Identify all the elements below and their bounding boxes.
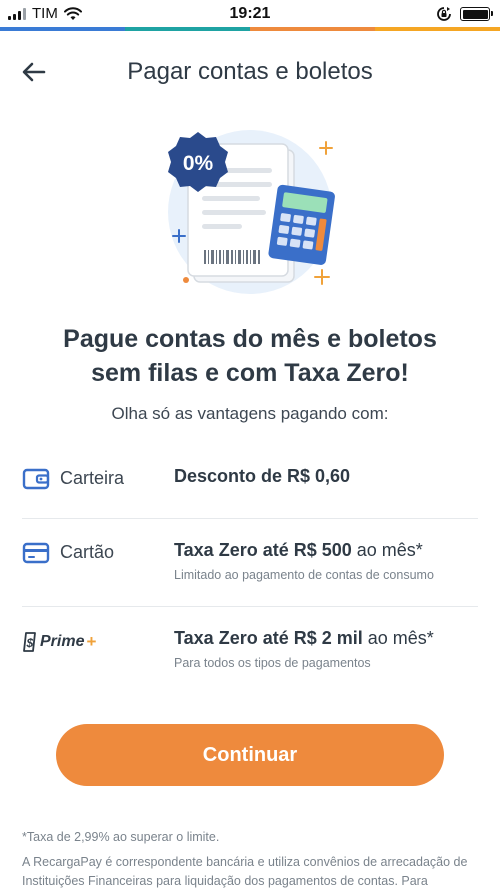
brand-color-strip: [0, 27, 500, 31]
benefit-value: Desconto de R$ 0,60: [174, 466, 351, 486]
prime-dollar-icon: $: [23, 632, 36, 652]
header: Pagar contas e boletos: [0, 50, 500, 94]
fee-footnote: *Taxa de 2,99% ao superar o limite.: [22, 830, 220, 844]
benefit-note: Limitado ao pagamento de contas de consu…: [174, 568, 434, 582]
benefit-note: Para todos os tipos de pagamentos: [174, 656, 371, 670]
headline-line-1: Pague contas do mês e boletos: [63, 325, 437, 353]
benefit-row-prime: $ Prime + Taxa Zero até R$ 2 mil ao mês* …: [22, 628, 478, 676]
benefit-row-carteira: Carteira Desconto de R$ 0,60: [22, 466, 478, 496]
benefit-value: Taxa Zero até R$ 500 ao mês*: [174, 540, 423, 560]
benefit-row-cartao: Cartão Taxa Zero até R$ 500 ao mês* Limi…: [22, 540, 478, 588]
benefit-label: Carteira: [60, 468, 125, 488]
status-time: 19:21: [229, 5, 271, 22]
benefit-label: Cartão: [60, 542, 115, 562]
prime-logo: $ Prime +: [22, 632, 96, 652]
bill-calculator-illustration: 0%: [168, 130, 335, 294]
prime-plus: +: [86, 632, 97, 651]
wallet-icon: [22, 468, 50, 495]
headline: Pague contas do mês e boletos sem filas …: [0, 322, 500, 390]
page-title: Pagar contas e boletos: [127, 58, 373, 85]
legal-disclaimer: A RecargaPay é correspondente bancária e…: [22, 855, 468, 888]
hero-illustration: 0%: [150, 120, 350, 300]
divider: [22, 518, 478, 519]
prime-label: Prime: [40, 633, 85, 650]
subheadline: Olha só as vantagens pagando com:: [111, 404, 389, 423]
rotation-lock-icon: [437, 7, 451, 21]
discount-badge: 0%: [183, 152, 214, 175]
card-icon: [22, 542, 50, 569]
benefit-value: Taxa Zero até R$ 2 mil ao mês*: [174, 628, 434, 648]
svg-text:$: $: [25, 636, 33, 650]
continue-button[interactable]: Continuar: [56, 724, 444, 786]
status-bar: TIM 19:21: [0, 0, 500, 31]
divider: [22, 606, 478, 607]
battery-icon: [460, 7, 493, 21]
status-bar-right: [436, 6, 493, 22]
headline-line-2: sem filas e com Taxa Zero!: [91, 359, 409, 387]
